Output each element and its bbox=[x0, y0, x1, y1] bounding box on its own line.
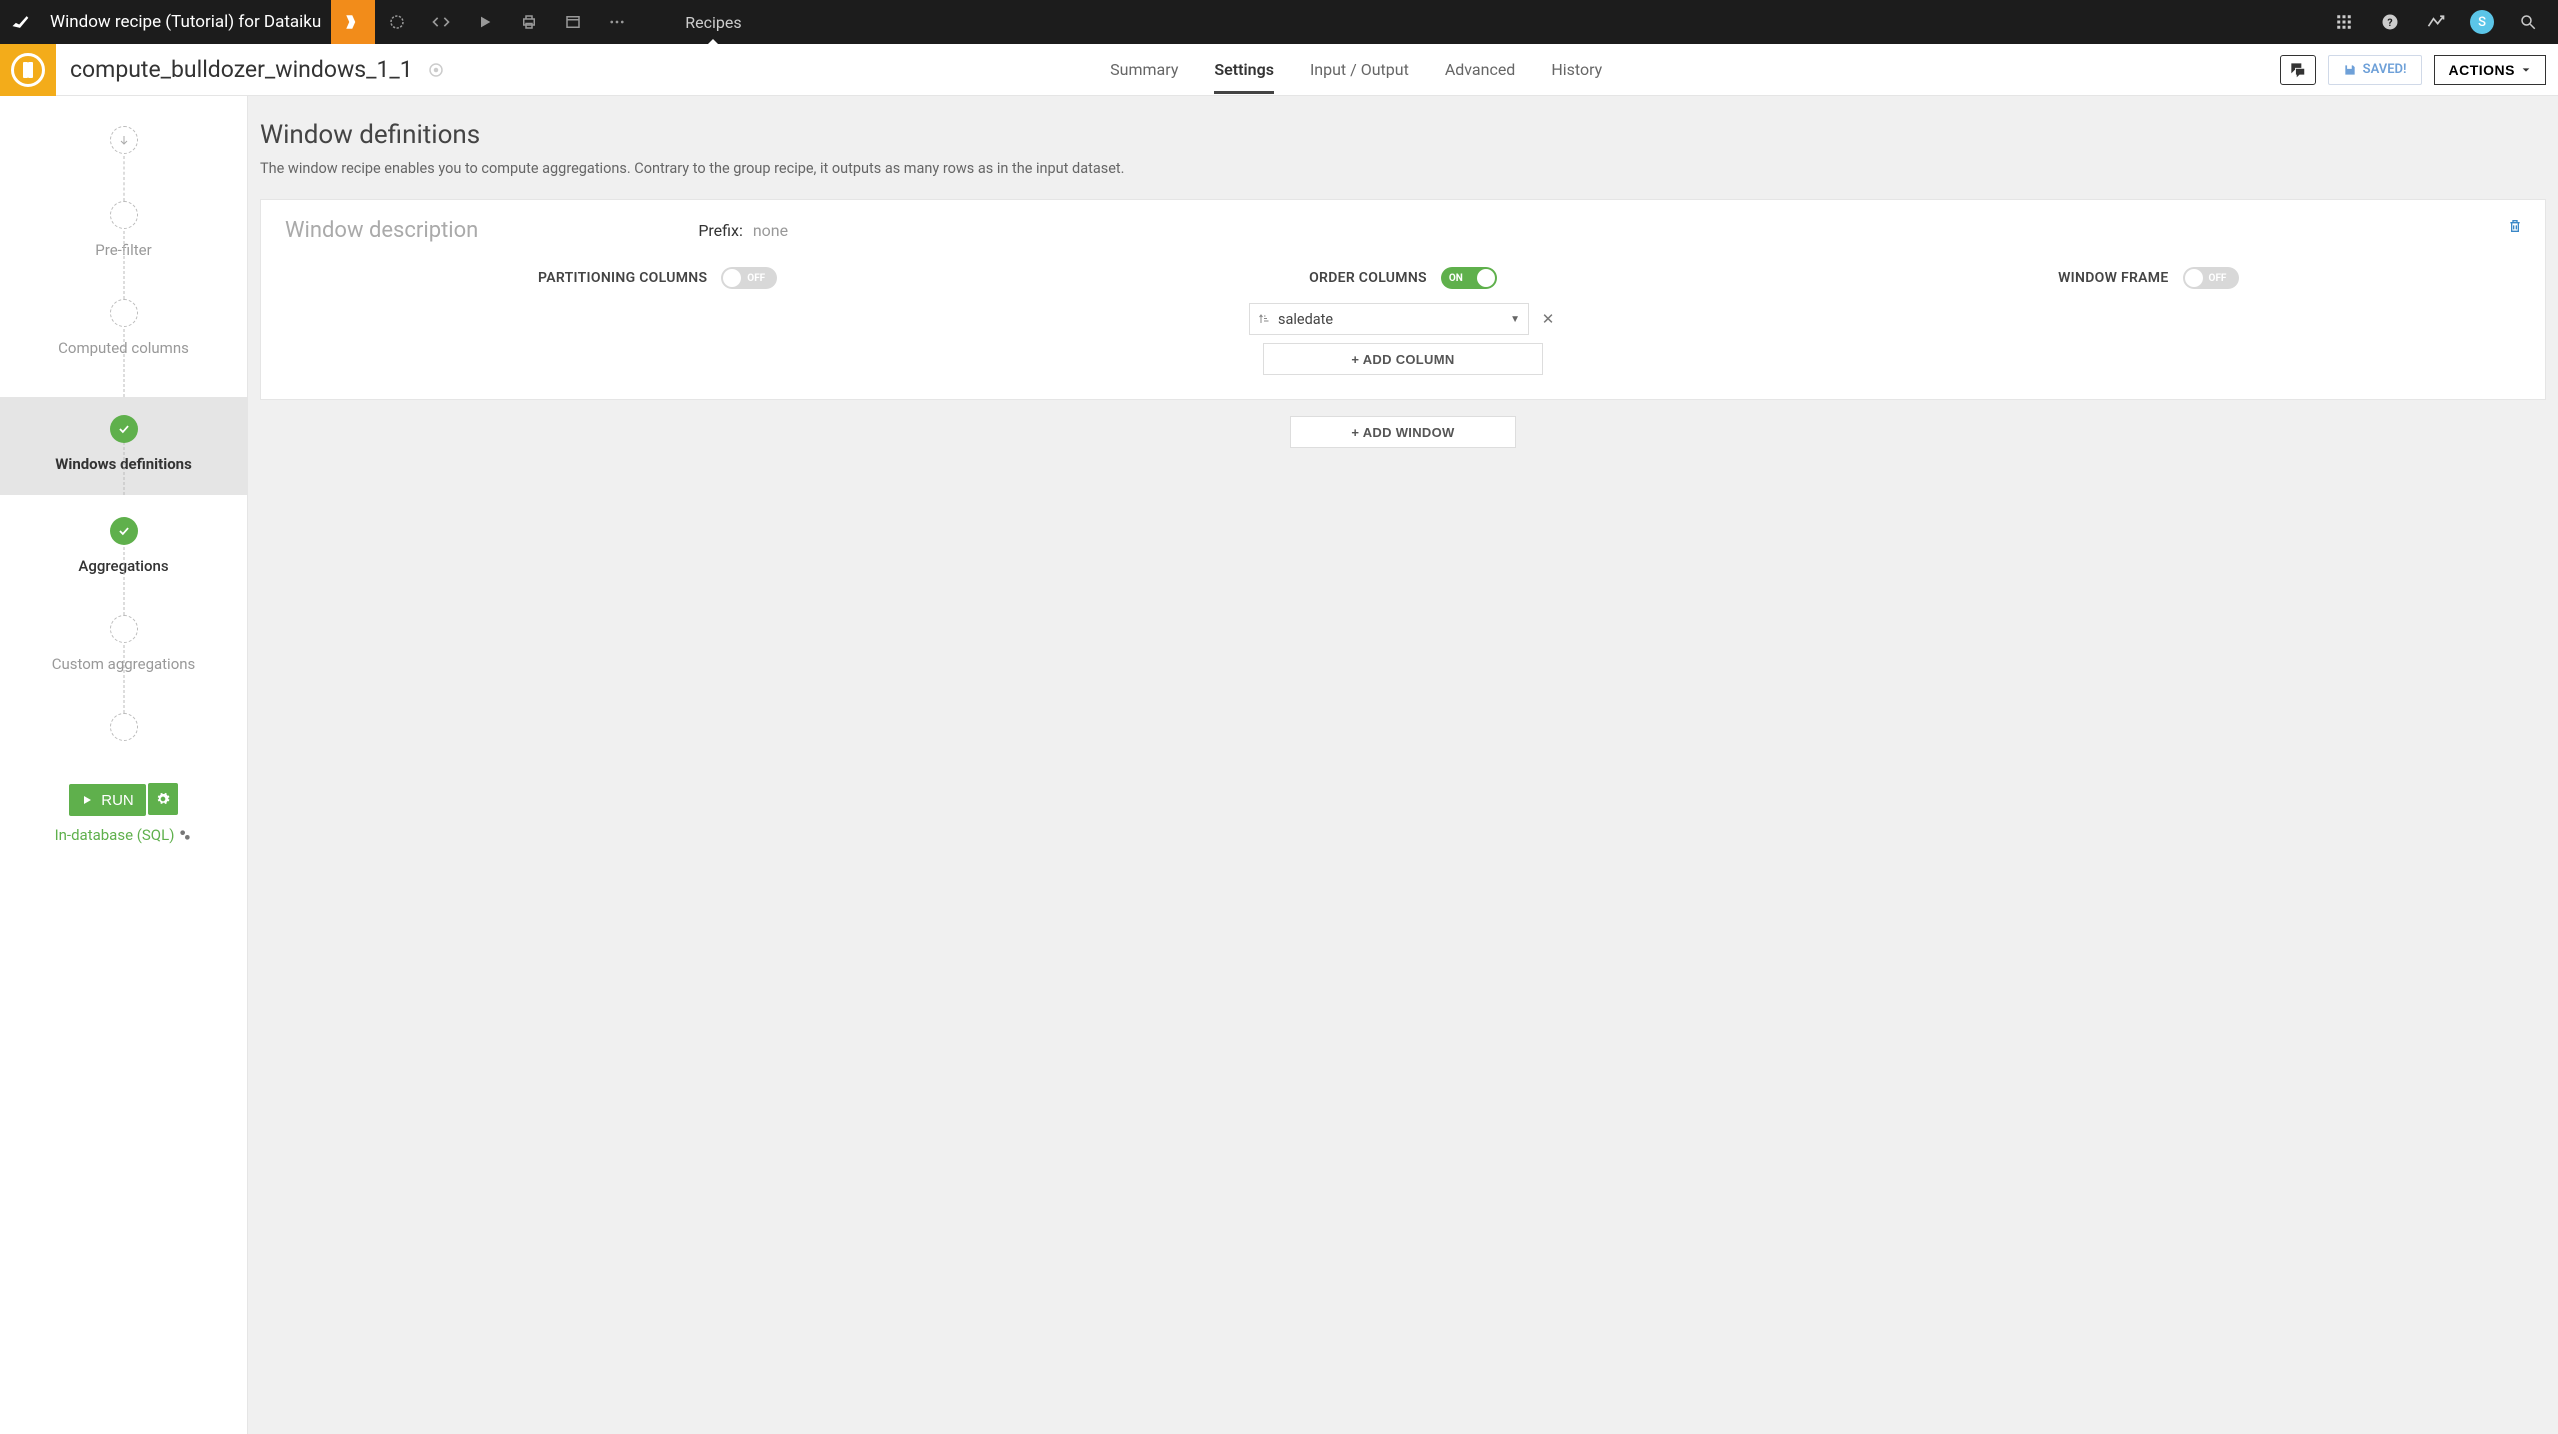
trash-icon bbox=[2507, 218, 2523, 234]
toggle-on-label: ON bbox=[1449, 273, 1463, 284]
prefix-group[interactable]: Prefix: none bbox=[698, 221, 788, 240]
refresh-icon[interactable] bbox=[427, 61, 445, 79]
order-column-row: saledate ▼ ✕ bbox=[1249, 303, 1557, 335]
step-node bbox=[110, 201, 138, 229]
add-column-button[interactable]: + ADD COLUMN bbox=[1263, 343, 1543, 375]
topbar: Window recipe (Tutorial) for Dataiku Rec… bbox=[0, 0, 2558, 44]
sidebar: Pre-filter Computed columns Windows defi… bbox=[0, 96, 248, 1434]
recipe-type-icon bbox=[0, 44, 56, 96]
topbar-tab-recipes[interactable]: Recipes bbox=[679, 13, 747, 32]
caret-down-icon: ▼ bbox=[1510, 314, 1520, 325]
content: Window definitions The window recipe ena… bbox=[248, 96, 2558, 1434]
window-panel: Window description Prefix: none PARTITIO… bbox=[260, 199, 2546, 400]
step-windows-definitions[interactable]: Windows definitions bbox=[0, 397, 247, 495]
svg-text:?: ? bbox=[2387, 16, 2392, 29]
window-icon[interactable] bbox=[551, 0, 595, 44]
frame-title: WINDOW FRAME bbox=[2058, 270, 2168, 286]
code-icon[interactable] bbox=[419, 0, 463, 44]
step-aggregations[interactable]: Aggregations bbox=[0, 517, 247, 615]
prefix-value: none bbox=[753, 221, 788, 240]
step-node bbox=[110, 299, 138, 327]
step-computed-columns[interactable]: Computed columns bbox=[0, 299, 247, 397]
flow-icon[interactable] bbox=[331, 0, 375, 44]
step-pre-filter[interactable]: Pre-filter bbox=[0, 201, 247, 299]
help-icon[interactable]: ? bbox=[2368, 0, 2412, 44]
dataiku-logo[interactable] bbox=[0, 12, 40, 32]
step-start-node bbox=[110, 126, 138, 154]
prefix-label: Prefix: bbox=[698, 221, 743, 240]
actions-label: ACTIONS bbox=[2449, 62, 2516, 78]
panel-title: Window description bbox=[285, 218, 478, 243]
step-custom-aggregations[interactable]: Custom aggregations bbox=[0, 615, 247, 713]
caret-down-icon bbox=[2521, 65, 2531, 75]
print-icon[interactable] bbox=[507, 0, 551, 44]
col-frame: WINDOW FRAME OFF bbox=[1776, 267, 2521, 375]
step-node-done bbox=[110, 517, 138, 545]
add-window-button[interactable]: + ADD WINDOW bbox=[1290, 416, 1516, 448]
play-icon[interactable] bbox=[463, 0, 507, 44]
avatar-initial: S bbox=[2470, 10, 2494, 34]
main: Pre-filter Computed columns Windows defi… bbox=[0, 96, 2558, 1434]
order-toggle[interactable]: ON bbox=[1441, 267, 1497, 289]
project-title[interactable]: Window recipe (Tutorial) for Dataiku bbox=[40, 12, 331, 32]
sort-asc-icon bbox=[1258, 313, 1270, 325]
run-button[interactable]: RUN bbox=[69, 784, 146, 816]
partitioning-toggle[interactable]: OFF bbox=[721, 267, 777, 289]
page-subtitle: The window recipe enables you to compute… bbox=[260, 160, 2546, 177]
topbar-right: ? S bbox=[2322, 0, 2558, 44]
frame-toggle[interactable]: OFF bbox=[2183, 267, 2239, 289]
circle-icon[interactable] bbox=[375, 0, 419, 44]
toggle-off-label: OFF bbox=[2209, 273, 2227, 284]
run-engine-label[interactable]: In-database (SQL) bbox=[55, 826, 193, 844]
step-node-done bbox=[110, 415, 138, 443]
subheader-tabs: Summary Settings Input / Output Advanced… bbox=[445, 46, 2268, 93]
tab-input-output[interactable]: Input / Output bbox=[1310, 46, 1409, 93]
sidebar-footer: RUN In-database (SQL) bbox=[0, 773, 247, 864]
more-icon[interactable] bbox=[595, 0, 639, 44]
play-icon bbox=[81, 794, 93, 806]
tab-advanced[interactable]: Advanced bbox=[1445, 46, 1516, 93]
col-partitioning: PARTITIONING COLUMNS OFF bbox=[285, 267, 1030, 375]
order-title: ORDER COLUMNS bbox=[1309, 270, 1427, 286]
partitioning-title: PARTITIONING COLUMNS bbox=[538, 270, 707, 286]
recipe-name: compute_bulldozer_windows_1_1 bbox=[56, 56, 427, 83]
delete-window-button[interactable] bbox=[2507, 218, 2523, 234]
tab-settings[interactable]: Settings bbox=[1214, 46, 1274, 93]
actions-button[interactable]: ACTIONS bbox=[2434, 55, 2547, 85]
subheader-right: SAVED! ACTIONS bbox=[2268, 55, 2558, 85]
page-title: Window definitions bbox=[260, 120, 2546, 150]
saved-button: SAVED! bbox=[2328, 55, 2422, 85]
subheader: compute_bulldozer_windows_1_1 Summary Se… bbox=[0, 44, 2558, 96]
saved-label: SAVED! bbox=[2363, 62, 2407, 77]
run-settings-button[interactable] bbox=[148, 783, 178, 815]
step-end bbox=[0, 713, 247, 741]
tab-history[interactable]: History bbox=[1551, 46, 1602, 93]
toggle-off-label: OFF bbox=[747, 273, 765, 284]
apps-icon[interactable] bbox=[2322, 0, 2366, 44]
columns-row: PARTITIONING COLUMNS OFF ORDER COLUMNS O… bbox=[285, 267, 2521, 375]
step-node bbox=[110, 713, 138, 741]
search-icon[interactable] bbox=[2506, 0, 2550, 44]
topbar-center: Recipes bbox=[639, 13, 2322, 32]
run-label: RUN bbox=[101, 792, 134, 809]
col-order: ORDER COLUMNS ON saledate bbox=[1030, 267, 1775, 375]
panel-header: Window description Prefix: none bbox=[285, 218, 2521, 243]
activity-icon[interactable] bbox=[2414, 0, 2458, 44]
tab-summary[interactable]: Summary bbox=[1110, 46, 1178, 93]
sidebar-steps: Pre-filter Computed columns Windows defi… bbox=[0, 96, 247, 773]
remove-column-button[interactable]: ✕ bbox=[1539, 310, 1557, 328]
gears-icon bbox=[178, 828, 192, 842]
order-column-value: saledate bbox=[1278, 311, 1333, 328]
user-avatar[interactable]: S bbox=[2460, 0, 2504, 44]
topbar-left: Window recipe (Tutorial) for Dataiku bbox=[0, 12, 331, 32]
discussion-button[interactable] bbox=[2280, 55, 2316, 85]
step-start bbox=[0, 126, 247, 201]
step-node bbox=[110, 615, 138, 643]
gear-icon bbox=[156, 792, 170, 806]
order-column-select[interactable]: saledate ▼ bbox=[1249, 303, 1529, 335]
